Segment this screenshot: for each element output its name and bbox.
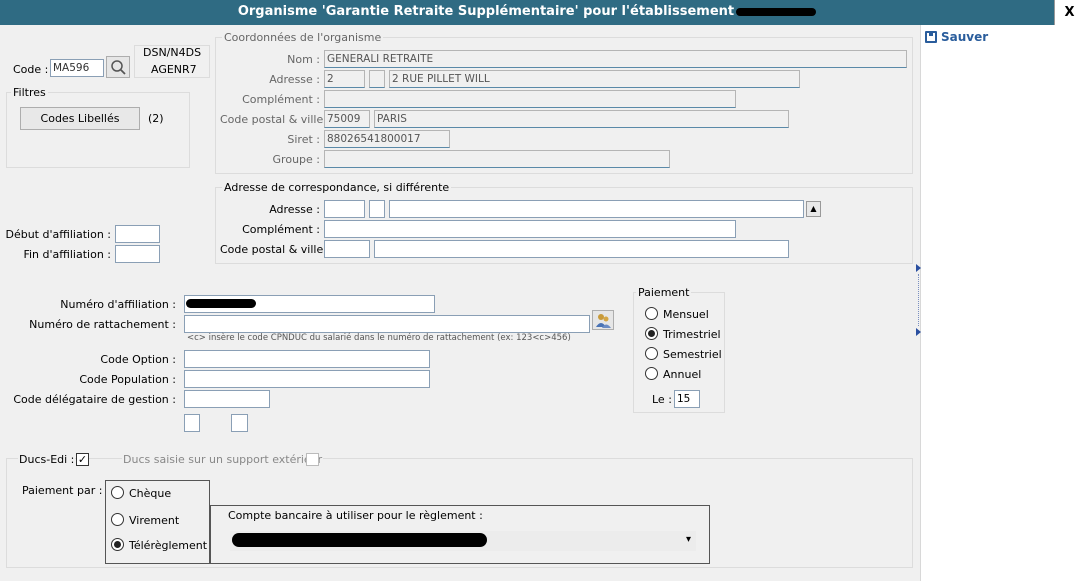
redacted-account xyxy=(232,533,487,547)
organisme-title: Coordonnées de l'organisme xyxy=(222,31,384,44)
paiement-par-label: Paiement par : xyxy=(22,484,103,497)
ducs-edi-checkbox[interactable]: ✓ xyxy=(76,453,89,466)
window-title-text: Organisme 'Garantie Retraite Supplémenta… xyxy=(237,4,735,19)
corr-cp-input[interactable] xyxy=(324,240,370,258)
le-day-input[interactable]: 15 xyxy=(674,390,700,408)
annuel-label: Annuel xyxy=(663,368,702,381)
compte-label: Compte bancaire à utiliser pour le règle… xyxy=(228,509,483,522)
save-label: Sauver xyxy=(941,30,989,44)
code-delegataire-label: Code délégataire de gestion : xyxy=(13,393,176,406)
numero-rattachement-input[interactable] xyxy=(184,315,590,333)
right-panel xyxy=(920,25,1084,581)
virement-label: Virement xyxy=(129,514,180,527)
nom-label: Nom : xyxy=(287,53,320,66)
fin-affiliation-label: Fin d'affiliation : xyxy=(23,248,111,261)
code-population-input[interactable] xyxy=(184,370,430,388)
numero-affiliation-label: Numéro d'affiliation : xyxy=(60,298,176,311)
users-icon xyxy=(596,314,611,328)
dsn-label: DSN/N4DS xyxy=(143,46,202,59)
paiement-title: Paiement xyxy=(636,286,692,299)
siret-label: Siret : xyxy=(287,133,320,146)
radio-telereglement[interactable] xyxy=(111,538,124,551)
complement-field xyxy=(324,90,736,108)
extra-small-input-2[interactable] xyxy=(231,414,248,432)
semestriel-label: Semestriel xyxy=(663,348,722,361)
window-titlebar: Organisme 'Garantie Retraite Supplémenta… xyxy=(0,0,1084,25)
scroll-up-button[interactable]: ▲ xyxy=(806,201,821,217)
debut-affiliation-input[interactable] xyxy=(115,225,160,243)
adresse-num-field: 2 xyxy=(324,70,365,88)
ducs-saisie-checkbox[interactable] xyxy=(306,453,319,466)
numero-rattachement-label: Numéro de rattachement : xyxy=(29,318,176,331)
dsn-value: AGENR7 xyxy=(151,63,197,76)
complement-label: Complément : xyxy=(242,93,320,106)
ville-field: PARIS xyxy=(374,110,789,128)
chevron-down-icon: ▾ xyxy=(685,534,691,545)
filters-group xyxy=(6,92,190,168)
trimestriel-label: Trimestriel xyxy=(663,328,721,341)
floppy-disk-icon xyxy=(925,31,937,43)
correspondance-title: Adresse de correspondance, si différente xyxy=(222,181,452,194)
radio-mensuel[interactable] xyxy=(645,307,658,320)
search-icon xyxy=(111,60,126,75)
filters-title: Filtres xyxy=(11,86,48,99)
codes-libelles-button[interactable]: Codes Libellés xyxy=(20,107,140,130)
splitter-handle[interactable] xyxy=(918,274,919,326)
code-option-input[interactable] xyxy=(184,350,430,368)
splitter-arrow-bottom[interactable] xyxy=(916,328,921,336)
corr-complement-input[interactable] xyxy=(324,220,736,238)
window-title: Organisme 'Garantie Retraite Supplémenta… xyxy=(0,4,1054,19)
close-button[interactable]: X xyxy=(1054,0,1084,25)
extra-small-input-1[interactable] xyxy=(184,414,200,432)
ducs-edi-label: Ducs-Edi : xyxy=(18,453,76,466)
corr-cp-label: Code postal & ville : xyxy=(220,243,331,256)
radio-virement[interactable] xyxy=(111,513,124,526)
filters-count: (2) xyxy=(148,112,164,125)
corr-ville-input[interactable] xyxy=(374,240,789,258)
users-button[interactable] xyxy=(592,310,614,330)
code-search-button[interactable] xyxy=(106,56,130,78)
adresse-label: Adresse : xyxy=(269,73,320,86)
redacted-establishment xyxy=(736,7,817,16)
nom-field: GENERALI RETRAITE xyxy=(324,50,907,68)
rattachement-hint: <c> insère le code CPNDUC du salarié dan… xyxy=(187,333,571,343)
groupe-field xyxy=(324,150,670,168)
siret-field: 88026541800017 xyxy=(324,130,450,148)
corr-adresse-num-input[interactable] xyxy=(324,200,365,218)
corr-adresse-label: Adresse : xyxy=(269,203,320,216)
corr-adresse-rue-input[interactable] xyxy=(389,200,804,218)
adresse-bis-field xyxy=(369,70,385,88)
save-button[interactable]: Sauver xyxy=(925,30,988,44)
splitter-arrow-top[interactable] xyxy=(916,264,921,272)
code-population-label: Code Population : xyxy=(79,373,176,386)
ducs-saisie-label: Ducs saisie sur un support extérieur xyxy=(122,453,324,466)
redacted-affiliation xyxy=(186,299,256,308)
cp-ville-label: Code postal & ville : xyxy=(220,113,331,126)
telereglement-label: Télérèglement xyxy=(129,539,208,552)
cheque-label: Chèque xyxy=(129,487,172,500)
cp-field: 75009 xyxy=(324,110,370,128)
adresse-rue-field: 2 RUE PILLET WILL xyxy=(389,70,800,88)
radio-trimestriel[interactable] xyxy=(645,327,658,340)
code-option-label: Code Option : xyxy=(100,353,176,366)
groupe-label: Groupe : xyxy=(272,153,320,166)
radio-annuel[interactable] xyxy=(645,367,658,380)
code-input[interactable]: MA596 xyxy=(50,59,104,77)
le-label: Le : xyxy=(652,393,672,406)
radio-semestriel[interactable] xyxy=(645,347,658,360)
mensuel-label: Mensuel xyxy=(663,308,709,321)
fin-affiliation-input[interactable] xyxy=(115,245,160,263)
radio-cheque[interactable] xyxy=(111,486,124,499)
code-delegataire-input[interactable] xyxy=(184,390,270,408)
code-label: Code : xyxy=(13,63,49,76)
debut-affiliation-label: Début d'affiliation : xyxy=(5,228,111,241)
corr-adresse-bis-input[interactable] xyxy=(369,200,385,218)
corr-complement-label: Complément : xyxy=(242,223,320,236)
